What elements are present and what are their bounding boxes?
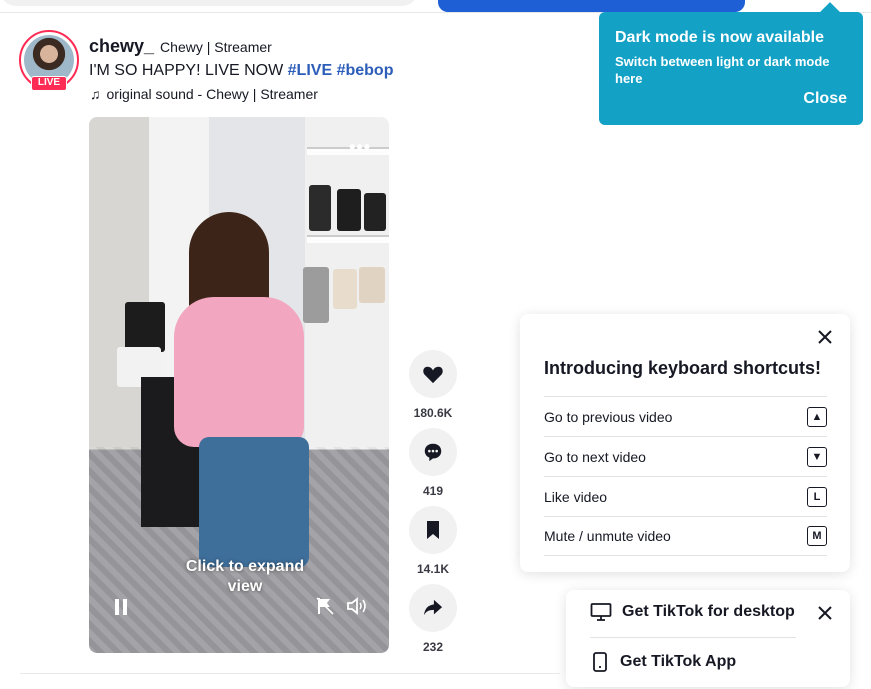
save-button[interactable] <box>409 506 457 554</box>
music-note-icon: ♫ <box>90 86 101 102</box>
video-shelf <box>307 147 389 155</box>
like-count: 180.6K <box>413 406 453 420</box>
expand-view-label[interactable]: Click to expand view <box>179 557 311 597</box>
m-key-icon: M <box>807 526 827 546</box>
get-app-label: Get TikTok App <box>620 653 737 670</box>
report-flag-icon[interactable] <box>314 595 336 622</box>
save-action: 14.1K <box>409 506 457 576</box>
live-badge: LIVE <box>31 76 67 91</box>
hashtag-bebop[interactable]: #bebop <box>337 62 394 79</box>
video-bag <box>337 189 361 231</box>
shortcut-label: Go to next video <box>544 448 646 465</box>
video-shelf <box>307 235 389 243</box>
comment-button[interactable] <box>409 428 457 476</box>
hashtag-live[interactable]: #LIVE <box>288 62 332 79</box>
video-bag <box>303 267 329 323</box>
video-bag <box>333 269 357 309</box>
get-desktop-link[interactable]: Get TikTok for desktop <box>590 602 795 622</box>
comment-icon <box>424 443 442 462</box>
search-bar[interactable] <box>0 0 418 6</box>
video-player[interactable]: ••• Click to expand view <box>89 117 389 653</box>
username[interactable]: chewy_ <box>89 36 154 57</box>
share-arrow-icon <box>423 599 443 616</box>
dark-mode-close-button[interactable]: Close <box>803 90 847 108</box>
close-icon[interactable] <box>818 330 832 349</box>
dark-mode-tooltip: Dark mode is now available Switch betwee… <box>599 12 863 125</box>
share-action: 232 <box>409 584 457 654</box>
shortcut-list: Go to previous video ▲ Go to next video … <box>544 396 827 556</box>
like-button[interactable] <box>409 350 457 398</box>
pause-icon[interactable] <box>113 599 129 615</box>
author-info[interactable]: chewy_ Chewy | Streamer <box>89 36 272 57</box>
monitor-icon <box>590 603 612 621</box>
music-title: original sound - Chewy | Streamer <box>106 86 318 102</box>
keyboard-shortcuts-panel: Introducing keyboard shortcuts! Go to pr… <box>520 314 850 572</box>
bookmark-icon <box>427 521 439 539</box>
close-icon[interactable] <box>818 606 832 625</box>
video-bag <box>125 302 165 352</box>
save-count: 14.1K <box>416 562 450 576</box>
post-divider <box>20 673 560 674</box>
page: Dark mode is now available Switch betwee… <box>0 0 871 689</box>
more-options-icon[interactable]: ••• <box>349 137 371 158</box>
shortcut-row: Like video L <box>544 476 827 516</box>
video-bag <box>309 185 331 231</box>
comment-action: 419 <box>409 428 457 498</box>
comment-count: 419 <box>422 484 444 498</box>
shortcut-row: Go to previous video ▲ <box>544 396 827 436</box>
video-subject-hoodie <box>174 297 304 447</box>
get-desktop-label: Get TikTok for desktop <box>622 603 795 620</box>
music-link[interactable]: ♫ original sound - Chewy | Streamer <box>90 86 318 102</box>
top-blue-banner[interactable] <box>438 0 745 12</box>
video-subject-jeans <box>199 437 309 567</box>
l-key-icon: L <box>807 486 827 507</box>
arrow-up-key-icon: ▲ <box>807 406 827 427</box>
keyboard-shortcuts-title: Introducing keyboard shortcuts! <box>544 358 822 378</box>
like-action: 180.6K <box>409 350 457 420</box>
shortcut-label: Go to previous video <box>544 408 673 425</box>
dark-mode-title: Dark mode is now available <box>615 29 824 46</box>
arrow-down-key-icon: ▼ <box>807 446 827 467</box>
nickname: Chewy | Streamer <box>160 39 272 55</box>
get-app-link[interactable]: Get TikTok App <box>590 652 736 672</box>
heart-icon <box>423 366 443 384</box>
shortcut-label: Mute / unmute video <box>544 528 671 544</box>
caption-text: I'M SO HAPPY! LIVE NOW <box>89 62 288 79</box>
video-caption: I'M SO HAPPY! LIVE NOW #LIVE #bebop <box>89 62 393 80</box>
get-app-divider <box>590 637 796 638</box>
shortcut-row: Mute / unmute video M <box>544 516 827 556</box>
shortcut-row: Go to next video ▼ <box>544 436 827 476</box>
video-bag <box>359 267 385 303</box>
dark-mode-body: Switch between light or dark mode here <box>615 54 830 86</box>
share-button[interactable] <box>409 584 457 632</box>
shortcut-label: Like video <box>544 488 608 505</box>
volume-icon[interactable] <box>345 595 369 622</box>
phone-icon <box>593 652 607 672</box>
get-app-panel: Get TikTok for desktop Get TikTok App <box>566 590 850 687</box>
share-count: 232 <box>422 640 444 654</box>
video-bag <box>364 193 386 231</box>
